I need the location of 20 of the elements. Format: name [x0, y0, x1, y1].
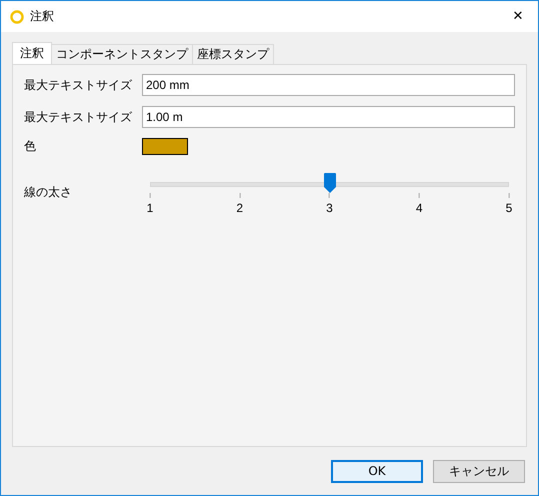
tick-label: 5	[506, 201, 512, 215]
window-title: 注釈	[30, 8, 54, 25]
color-label: 色	[24, 138, 37, 155]
tick-label: 4	[416, 201, 423, 215]
input-field[interactable]: 1.00 m	[142, 106, 515, 128]
input-field[interactable]: 200 mm	[142, 74, 515, 96]
tab[interactable]: 注釈	[12, 42, 52, 64]
dialog-button[interactable]: キャンセル	[433, 460, 525, 482]
tick-label: 3	[326, 201, 333, 215]
color-swatch[interactable]	[142, 138, 188, 155]
tab[interactable]: 座標スタンプ	[192, 44, 274, 64]
dialog-button[interactable]: OK	[331, 460, 423, 482]
tick-label: 1	[146, 201, 154, 215]
app-icon	[10, 10, 24, 24]
slider-thumb[interactable]	[324, 173, 336, 193]
tick-label: 2	[236, 201, 244, 215]
field-label: 最大テキストサイズ	[24, 108, 133, 126]
line-width-label: 線の太さ	[24, 184, 73, 201]
close-button[interactable]: ✕	[498, 2, 538, 32]
field-label: 最大テキストサイズ	[24, 76, 133, 94]
